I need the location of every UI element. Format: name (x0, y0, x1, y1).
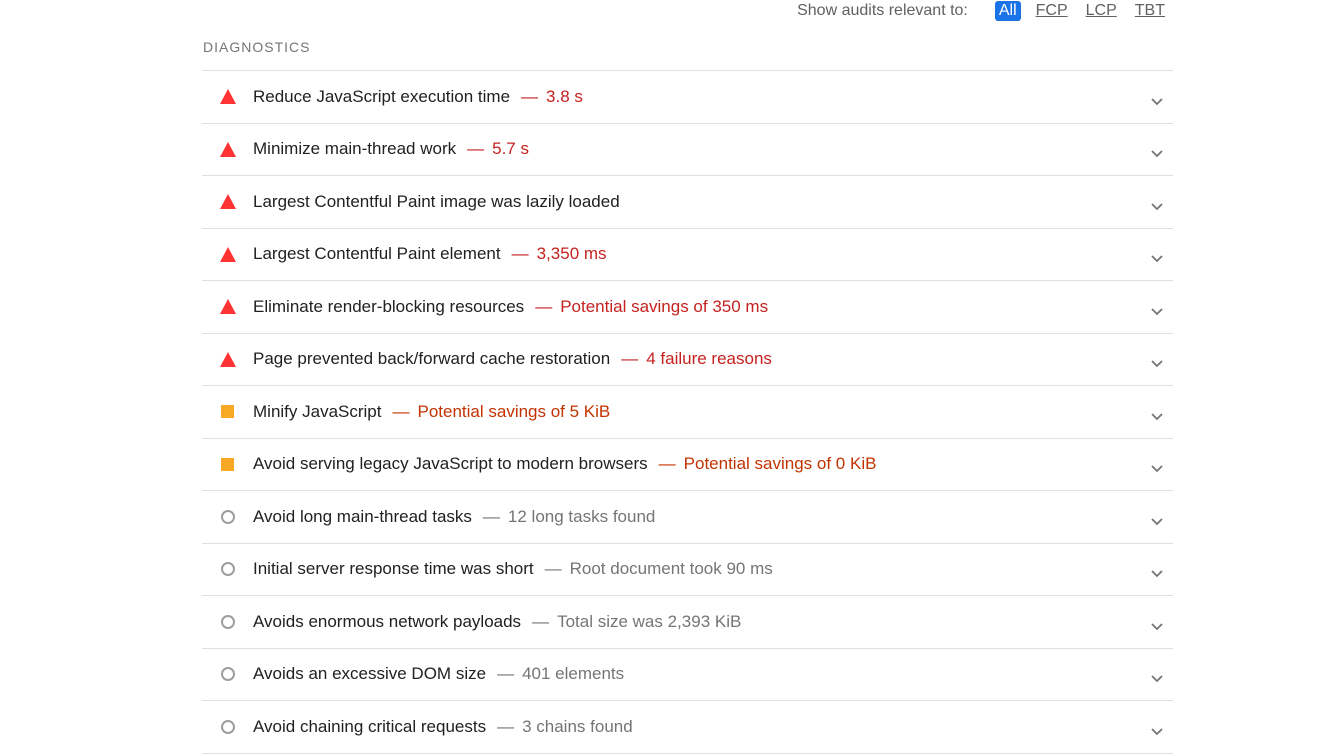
chevron-down-icon[interactable] (1151, 513, 1163, 526)
audit-display-value: 3,350 ms (536, 244, 607, 264)
audit-row[interactable]: Initial server response time was short — R… (202, 544, 1173, 596)
audit-row[interactable]: Page prevented back/forward cache restor… (202, 334, 1173, 386)
chevron-down-icon[interactable] (1151, 618, 1163, 631)
audit-display-value: Potential savings of 5 KiB (417, 401, 611, 421)
chevron-down-icon[interactable] (1151, 408, 1163, 421)
triangle-warning-icon (219, 194, 237, 210)
audit-separator: — (511, 244, 529, 264)
audit-row[interactable]: Largest Contentful Paint image was lazil… (202, 176, 1173, 229)
audit-display-value: 3.8 s (546, 86, 583, 106)
audit-list: Reduce JavaScript execution time — 3.8 s Mi… (202, 70, 1173, 754)
audit-title: Reduce JavaScript execution time (253, 86, 511, 106)
audit-separator: — (535, 296, 553, 316)
circle-info-icon (219, 509, 237, 524)
chevron-down-icon[interactable] (1151, 565, 1163, 578)
circle-info-icon (219, 719, 237, 734)
audit-title: Initial server response time was short (253, 559, 534, 579)
audit-row[interactable]: Avoid long main-thread tasks — 12 long tas… (202, 491, 1173, 544)
audit-display-value: 12 long tasks found (507, 506, 656, 526)
audit-separator: — (392, 401, 410, 421)
square-average-icon (219, 457, 237, 471)
triangle-warning-icon (219, 89, 237, 105)
audit-display-value: Root document took 90 ms (569, 559, 773, 579)
filter-label: Show audits relevant to: (797, 1, 968, 19)
audit-separator: — (532, 611, 550, 631)
audit-separator: — (497, 716, 515, 736)
audit-display-value: Total size was 2,393 KiB (557, 611, 742, 631)
chevron-down-icon[interactable] (1151, 460, 1163, 473)
audit-row[interactable]: Minify JavaScript — Potential savings of 5… (202, 386, 1173, 439)
audit-title: Largest Contentful Paint element (253, 244, 501, 264)
audit-title: Avoids an excessive DOM size (253, 664, 487, 684)
audit-row[interactable]: Largest Contentful Paint element — 3,350 m… (202, 229, 1173, 281)
audit-separator: — (467, 139, 485, 159)
audit-separator: — (658, 454, 676, 474)
audit-separator: — (544, 559, 562, 579)
chevron-down-icon[interactable] (1151, 93, 1163, 106)
filter-chip-tbt[interactable]: TBT (1132, 1, 1168, 21)
chevron-down-icon[interactable] (1151, 198, 1163, 211)
triangle-warning-icon (219, 351, 237, 367)
audit-separator: — (621, 349, 639, 369)
triangle-warning-icon (219, 299, 237, 315)
triangle-warning-icon (219, 246, 237, 262)
audit-row[interactable]: Avoid chaining critical requests — 3 chain… (202, 701, 1173, 754)
audit-display-value: Potential savings of 0 KiB (683, 454, 877, 474)
audit-separator: — (482, 506, 500, 526)
audit-filter-bar: Show audits relevant to: All FCP LCP TBT (797, 0, 1168, 21)
filter-chip-lcp[interactable]: LCP (1083, 1, 1120, 21)
audit-display-value: 5.7 s (492, 139, 529, 159)
audit-row[interactable]: Minimize main-thread work — 5.7 s (202, 124, 1173, 176)
audit-row[interactable]: Avoids an excessive DOM size — 401 element… (202, 649, 1173, 701)
filter-chip-fcp[interactable]: FCP (1033, 1, 1071, 21)
audit-display-value: 401 elements (522, 664, 625, 684)
section-title: DIAGNOSTICS (203, 39, 311, 55)
circle-info-icon (219, 667, 237, 682)
audit-title: Avoid serving legacy JavaScript to moder… (253, 454, 648, 474)
audit-title: Avoid chaining critical requests (253, 716, 487, 736)
audit-title: Largest Contentful Paint image was lazil… (253, 191, 620, 211)
circle-info-icon (219, 614, 237, 629)
audit-row[interactable]: Eliminate render-blocking resources — Pote… (202, 281, 1173, 334)
triangle-warning-icon (219, 141, 237, 157)
audit-row[interactable]: Reduce JavaScript execution time — 3.8 s (202, 71, 1173, 124)
square-average-icon (219, 405, 237, 419)
audit-title: Eliminate render-blocking resources (253, 296, 525, 316)
audit-title: Avoids enormous network payloads (253, 611, 522, 631)
audit-title: Avoid long main-thread tasks (253, 506, 472, 526)
audit-display-value: 4 failure reasons (646, 349, 772, 369)
audit-display-value: Potential savings of 350 ms (560, 296, 769, 316)
chevron-down-icon[interactable] (1151, 723, 1163, 736)
audit-row[interactable]: Avoid serving legacy JavaScript to moder… (202, 439, 1173, 491)
audit-title: Page prevented back/forward cache restor… (253, 349, 611, 369)
audit-separator: — (521, 86, 539, 106)
audit-display-value: 3 chains found (522, 716, 633, 736)
audit-row[interactable]: Avoids enormous network payloads — Total s… (202, 596, 1173, 649)
audit-title: Minify JavaScript (253, 401, 382, 421)
chevron-down-icon[interactable] (1151, 355, 1163, 368)
audit-title: Minimize main-thread work (253, 139, 457, 159)
chevron-down-icon[interactable] (1151, 145, 1163, 158)
chevron-down-icon[interactable] (1151, 250, 1163, 263)
chevron-down-icon[interactable] (1151, 670, 1163, 683)
chevron-down-icon[interactable] (1151, 303, 1163, 316)
audit-separator: — (497, 664, 515, 684)
filter-chip-all[interactable]: All (994, 0, 1021, 21)
circle-info-icon (219, 562, 237, 577)
